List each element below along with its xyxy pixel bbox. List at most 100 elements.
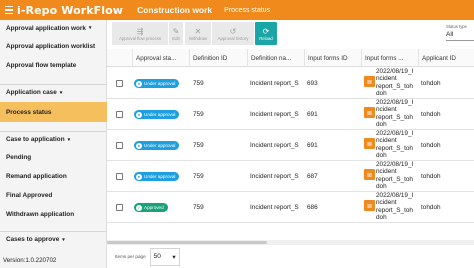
close-icon: ✕ xyxy=(194,26,202,36)
applicant-id-cell: tohdoh xyxy=(421,204,441,211)
applicant-id-cell: tohdoh xyxy=(421,111,441,118)
sidebar-section-application-case[interactable]: Application case ▾ xyxy=(0,84,107,100)
column-header-definition-id[interactable]: Definition ID xyxy=(189,49,247,67)
table-header: Approval sta... Definition ID Definition… xyxy=(107,49,474,67)
sidebar-section-label: Application case xyxy=(6,89,57,96)
status-badge: ✓ Approved xyxy=(134,192,168,223)
status-label: Under approval xyxy=(144,174,176,179)
table-row[interactable]: ● Under approval 759 Incident report_S 69… xyxy=(107,130,474,161)
sidebar-section-label: Approval application work xyxy=(6,24,86,32)
sidebar-item-approval-flow-template[interactable]: Approval flow template xyxy=(0,56,107,74)
sidebar-item-label: Approval flow template xyxy=(6,61,77,69)
row-checkbox[interactable] xyxy=(116,99,123,130)
sidebar-item-label: Final Approved xyxy=(6,191,53,199)
sidebar-item-approval-application-worklist[interactable]: Approval application worklist xyxy=(0,37,107,55)
table-row[interactable]: ● Under approval 759 Incident report_S 69… xyxy=(107,68,474,99)
person-icon: ● xyxy=(136,80,142,87)
checkbox-icon xyxy=(116,204,123,211)
applicant-id-cell: tohdoh xyxy=(421,173,441,180)
input-forms-name-text: 2022/08/19_I ncident report_S_toh doh xyxy=(376,130,414,160)
person-icon: ● xyxy=(136,173,142,180)
app-header: i-Repo WorkFlow Construction work Proces… xyxy=(0,0,474,20)
withdraw-button[interactable]: ✕ Withdraw xyxy=(185,22,211,45)
status-label: Approved xyxy=(144,205,164,210)
sidebar-item-process-status[interactable]: Process status xyxy=(0,102,107,122)
definition-name-cell: Incident report_S xyxy=(250,142,299,149)
version-label: Version:1.0.220702 xyxy=(3,257,57,264)
items-per-page-label: Items per page xyxy=(115,254,146,259)
status-type-select[interactable]: Status type All xyxy=(446,24,474,41)
definition-name-cell: Incident report_S xyxy=(250,173,299,180)
chevron-down-icon: ▾ xyxy=(172,253,176,261)
row-checkbox[interactable] xyxy=(116,192,123,223)
items-per-page-select[interactable]: 50 ▾ xyxy=(149,247,180,266)
process-table: Approval sta... Definition ID Definition… xyxy=(107,49,474,239)
sidebar-item-label: Pending xyxy=(6,153,32,161)
reload-icon: ⟳ xyxy=(262,26,270,36)
button-label: Approval flow process xyxy=(118,35,162,41)
sidebar: Approval application work ▾ Approval app… xyxy=(0,20,107,268)
definition-id-cell: 759 xyxy=(193,173,204,180)
applicant-id-cell: tohdoh xyxy=(421,80,441,87)
input-forms-name-text: 2022/08/19_I ncident report_S_toh doh xyxy=(376,192,414,222)
edit-button[interactable]: ✎ Edit xyxy=(169,22,183,45)
caret-down-icon: ▾ xyxy=(88,25,92,31)
caret-down-icon: ▾ xyxy=(59,89,63,96)
table-row[interactable]: ● Under approval 759 Incident report_S 68… xyxy=(107,161,474,192)
button-label: Reload xyxy=(259,35,273,41)
sidebar-section-label: Cases to approve xyxy=(6,236,60,243)
person-icon: ● xyxy=(136,142,142,149)
document-icon[interactable]: ≣ xyxy=(364,138,375,149)
document-icon[interactable]: ≣ xyxy=(364,76,375,87)
page-title: Process status xyxy=(224,6,271,14)
button-label: Edit xyxy=(172,35,180,41)
sidebar-section-case-to-application[interactable]: Case to application ▾ xyxy=(0,131,107,147)
table-row[interactable]: ● Under approval 759 Incident report_S 69… xyxy=(107,99,474,130)
caret-down-icon: ▾ xyxy=(62,236,65,243)
pencil-icon: ✎ xyxy=(172,26,180,36)
checkbox-icon xyxy=(116,173,123,180)
definition-id-cell: 759 xyxy=(193,142,204,149)
document-icon[interactable]: ≣ xyxy=(364,107,375,118)
status-label: Under approval xyxy=(144,112,176,117)
document-icon[interactable]: ≣ xyxy=(364,200,375,211)
row-checkbox[interactable] xyxy=(116,68,123,99)
sidebar-item-pending[interactable]: Pending xyxy=(0,148,107,166)
row-checkbox[interactable] xyxy=(116,130,123,161)
document-icon[interactable]: ≣ xyxy=(364,169,375,180)
sidebar-section-label: Case to application xyxy=(6,136,65,143)
pagination: Items per page 50 ▾ xyxy=(107,245,474,268)
row-checkbox[interactable] xyxy=(116,161,123,192)
sidebar-section-cases-to-approve[interactable]: Cases to approve ▾ xyxy=(0,231,107,247)
approval-flow-process-button[interactable]: ⇶ Approval flow process xyxy=(112,22,168,45)
status-type-underline xyxy=(446,40,474,41)
status-badge: ● Under approval xyxy=(134,68,180,99)
approval-history-button[interactable]: ↺ Approval history xyxy=(212,22,254,45)
flow-icon: ⇶ xyxy=(136,26,144,36)
sidebar-item-label: Withdrawn application xyxy=(6,210,75,218)
definition-id-cell: 759 xyxy=(193,204,204,211)
sidebar-section-approval-application-work[interactable]: Approval application work ▾ xyxy=(0,20,107,36)
column-header-approval-status[interactable]: Approval sta... xyxy=(132,49,179,67)
column-header-input-forms-name[interactable]: Input forms ... xyxy=(361,49,418,67)
input-forms-name-text: 2022/08/19_I ncident report_S_toh doh xyxy=(376,161,414,191)
column-header-applicant-id[interactable]: Applicant ID xyxy=(418,49,474,67)
sidebar-item-final-approved[interactable]: Final Approved xyxy=(0,186,107,204)
sidebar-item-withdrawn-application[interactable]: Withdrawn application xyxy=(0,205,107,223)
reload-button[interactable]: ⟳ Reload xyxy=(255,22,277,45)
caret-down-icon: ▾ xyxy=(67,136,71,143)
button-label: Withdraw xyxy=(189,35,207,41)
status-type-value: All xyxy=(446,31,454,38)
input-forms-id-cell: 687 xyxy=(307,173,318,180)
toolbar: ⇶ Approval flow process ✎ Edit ✕ Withdra… xyxy=(107,20,474,47)
input-forms-id-cell: 686 xyxy=(307,204,318,211)
status-badge: ● Under approval xyxy=(134,161,180,192)
table-row[interactable]: ✓ Approved 759 Incident report_S 686 ≣ 20… xyxy=(107,192,474,223)
scrollbar-thumb[interactable] xyxy=(107,241,267,244)
column-header-input-forms-id[interactable]: Input forms ID xyxy=(304,49,361,67)
status-label: Under approval xyxy=(144,143,176,148)
sidebar-item-remand-application[interactable]: Remand application xyxy=(0,167,107,185)
definition-name-cell: Incident report_S xyxy=(250,80,299,87)
menu-icon[interactable] xyxy=(2,0,16,20)
column-header-definition-name[interactable]: Definition na... xyxy=(247,49,304,67)
